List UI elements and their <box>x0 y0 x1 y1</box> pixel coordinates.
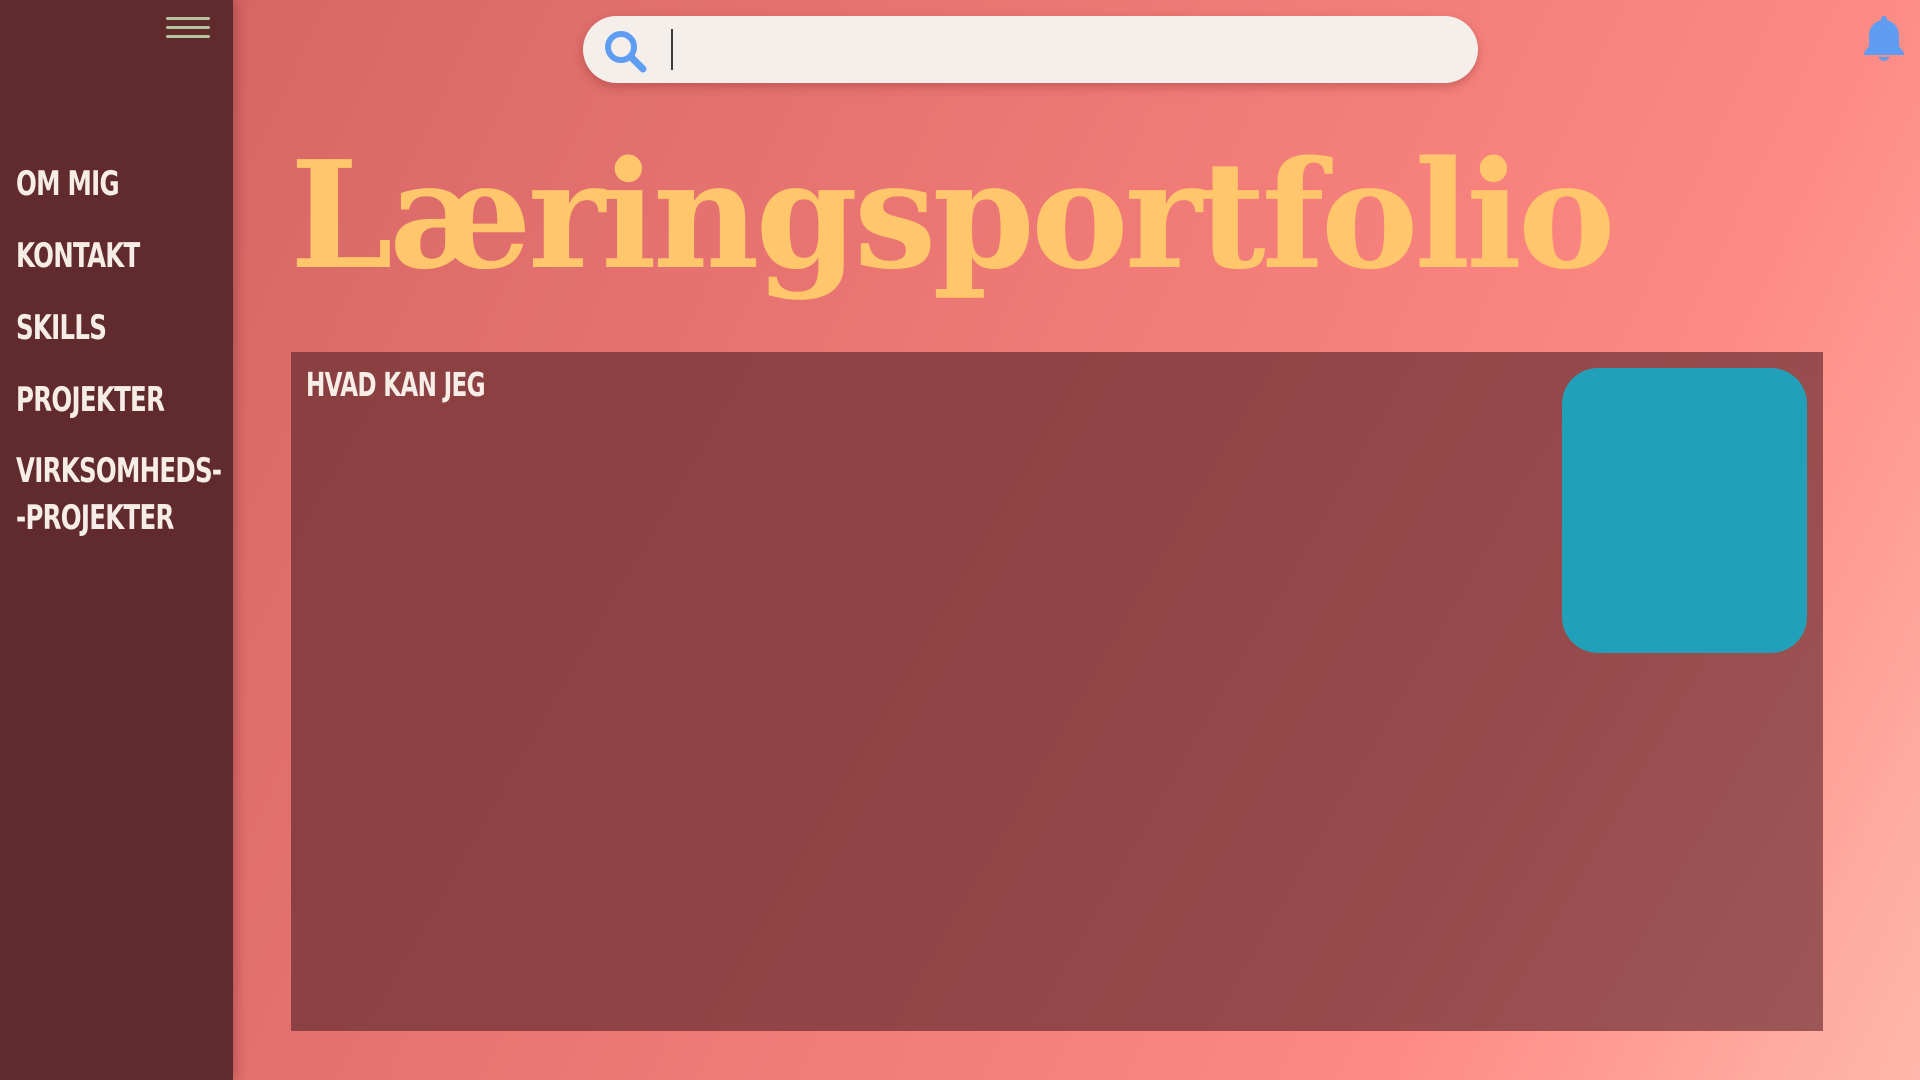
search-icon[interactable] <box>601 27 649 75</box>
sidebar-item-kontakt[interactable]: Kontakt <box>16 232 232 280</box>
sidebar-item-virksomhedsprojekter[interactable]: Virksomheds- -projekter <box>16 448 232 542</box>
sidebar-item-projekter[interactable]: Projekter <box>16 376 232 424</box>
search-bar[interactable] <box>583 16 1478 83</box>
sidebar-item-skills[interactable]: Skills <box>16 304 232 352</box>
page-title: Læringsportfolio <box>290 128 1616 302</box>
sidebar: Om mig Kontakt Skills Projekter Virksomh… <box>0 0 233 1080</box>
bell-icon[interactable] <box>1862 14 1906 64</box>
sidebar-item-om-mig[interactable]: Om mig <box>16 160 232 208</box>
panel-heading: Hvad kan jeg <box>306 365 486 404</box>
search-input[interactable] <box>671 26 1451 73</box>
sidebar-nav: Om mig Kontakt Skills Projekter Virksomh… <box>16 160 226 566</box>
skills-panel: Hvad kan jeg <box>291 352 1823 1031</box>
hamburger-menu-icon[interactable] <box>166 15 212 41</box>
profile-image-placeholder <box>1562 368 1807 653</box>
